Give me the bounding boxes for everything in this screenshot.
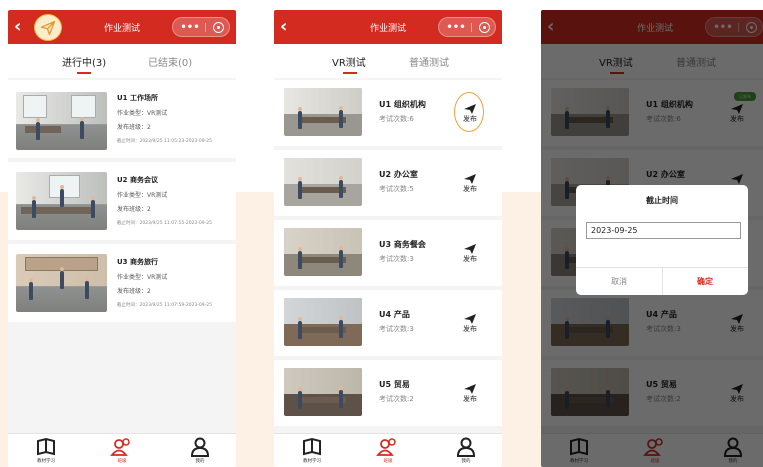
more-icon[interactable]: ••• [445,19,467,37]
test-count: 考试次数:3 [379,255,414,263]
top-bar: ‹ 作业测试 ••• [274,10,502,44]
tab-normal-test[interactable]: 普通测试 [409,54,449,69]
nav-item-textbook[interactable]: 教材学习 [26,437,66,464]
test-count: 考试次数:3 [379,325,414,333]
nav-item-class[interactable]: 班级 [368,437,408,464]
scene-thumbnail [16,172,107,230]
scene-thumbnail [16,92,107,150]
nav-item-class[interactable]: 班级 [102,437,142,464]
nav-item-profile[interactable]: 我的 [180,437,220,464]
nav-label: 教材学习 [303,459,321,464]
group-icon [110,438,130,456]
mini-program-capsule: ••• [172,17,230,37]
card-deadline: 截止时间：2023/9/25 11:05:23-2023-09-25 [117,139,212,144]
test-item[interactable]: U4 产品考试次数:3 发布 [274,290,502,356]
bottom-nav: 教材学习 班级 我的 [8,433,236,467]
test-item[interactable]: U1 组织机构考试次数:6发布 [274,80,502,146]
nav-item-textbook[interactable]: 教材学习 [292,437,332,464]
capsule-divider [205,23,206,32]
test-title: U4 产品 [379,310,410,319]
close-circle-icon[interactable] [213,22,224,33]
test-item[interactable]: U5 贸易考试次数:2 发布 [274,360,502,426]
dialog-title: 截止时间 [646,196,678,205]
test-count: 考试次数:5 [379,185,414,193]
group-icon [376,438,396,456]
deadline-date-input[interactable] [586,222,741,239]
card-title: U1 工作场所 [117,94,158,102]
mini-program-capsule: ••• [438,17,496,37]
test-title: U3 商务餐会 [379,240,426,249]
publish-highlight-ring [454,92,484,132]
book-icon [303,437,321,456]
test-item[interactable]: U3 商务餐会考试次数:3 发布 [274,220,502,286]
publish-label: 发布 [463,325,477,333]
card-deadline: 截止时间：2023/9/25 11:07:59-2023-09-25 [117,303,212,308]
card-type: 作业类型：VR测试 [117,110,168,117]
status-tabs: 进行中(3) 已结束(0) [8,44,236,78]
nav-label: 我的 [195,459,205,464]
phone-screen-homework-list: ‹ 作业测试 ••• 进行中(3) 已结束(0) U1 工作场所 作业类型：VR… [8,10,236,467]
test-item[interactable]: U2 办公室考试次数:5 发布 [274,150,502,216]
active-tab-indicator [343,72,357,74]
card-classes: 发布班级：2 [117,124,151,131]
phone-screen-publish-test: ‹ 作业测试 ••• VR测试 普通测试 U1 组织机构 考试次数:6 发布 U2 办… [274,10,502,467]
bottom-nav: 教材学习 班级 我的 [274,433,502,467]
card-title: U2 商务会议 [117,176,158,184]
test-count: 考试次数:2 [379,395,414,403]
scene-thumbnail [284,158,362,206]
test-type-tabs: VR测试 普通测试 [274,44,502,78]
capsule-divider [471,23,472,32]
publish-button[interactable]: 发布 [458,310,482,333]
scene-thumbnail [16,254,107,312]
scene-thumbnail [284,368,362,416]
homework-card[interactable]: U2 商务会议 作业类型：VR测试 发布班级：2 截止时间：2023/9/25 … [8,162,236,240]
book-icon [37,437,55,456]
scene-thumbnail [284,88,362,136]
tab-vr-test[interactable]: VR测试 [332,54,366,69]
person-icon [456,437,476,457]
tab-in-progress[interactable]: 进行中(3) [62,54,106,69]
publish-label: 发布 [463,185,477,193]
scene-thumbnail [284,298,362,346]
publish-label: 发布 [463,255,477,263]
card-title: U3 商务旅行 [117,258,158,266]
test-title: U1 组织机构 [379,100,426,109]
more-icon[interactable]: ••• [179,19,201,37]
close-circle-icon[interactable] [479,22,490,33]
nav-label: 我的 [461,459,471,464]
test-count: 考试次数:6 [379,115,414,123]
deadline-dialog: 截止时间 取消 确定 [576,185,748,295]
tab-ended[interactable]: 已结束(0) [148,54,192,69]
nav-label: 班级 [383,459,393,464]
card-type: 作业类型：VR测试 [117,192,168,199]
publish-button[interactable]: 发布 [458,170,482,193]
person-icon [190,437,210,457]
publish-button[interactable]: 发布 [458,380,482,403]
card-classes: 发布班级：2 [117,288,151,295]
active-tab-indicator [77,72,91,74]
test-title: U5 贸易 [379,380,410,389]
card-type: 作业类型：VR测试 [117,274,168,281]
publish-button[interactable]: 发布 [458,240,482,263]
publish-label: 发布 [463,395,477,403]
nav-label: 教材学习 [37,459,55,464]
test-title: U2 办公室 [379,170,418,179]
nav-label: 班级 [117,459,127,464]
card-classes: 发布班级：2 [117,206,151,213]
homework-card[interactable]: U3 商务旅行 作业类型：VR测试 发布班级：2 截止时间：2023/9/25 … [8,244,236,322]
phone-screen-deadline-dialog: ‹ 作业测试 ••• VR测试 普通测试 U1 组织机构考试次数:6发布U2 办… [541,10,763,467]
nav-item-profile[interactable]: 我的 [446,437,486,464]
top-bar: ‹ 作业测试 ••• [8,10,236,44]
card-deadline: 截止时间：2023/9/25 11:07:55-2023-09-25 [117,221,212,226]
scene-thumbnail [284,228,362,276]
confirm-button[interactable]: 确定 [662,276,748,287]
cancel-button[interactable]: 取消 [576,276,662,287]
homework-card[interactable]: U1 工作场所 作业类型：VR测试 发布班级：2 截止时间：2023/9/25 … [8,80,236,158]
